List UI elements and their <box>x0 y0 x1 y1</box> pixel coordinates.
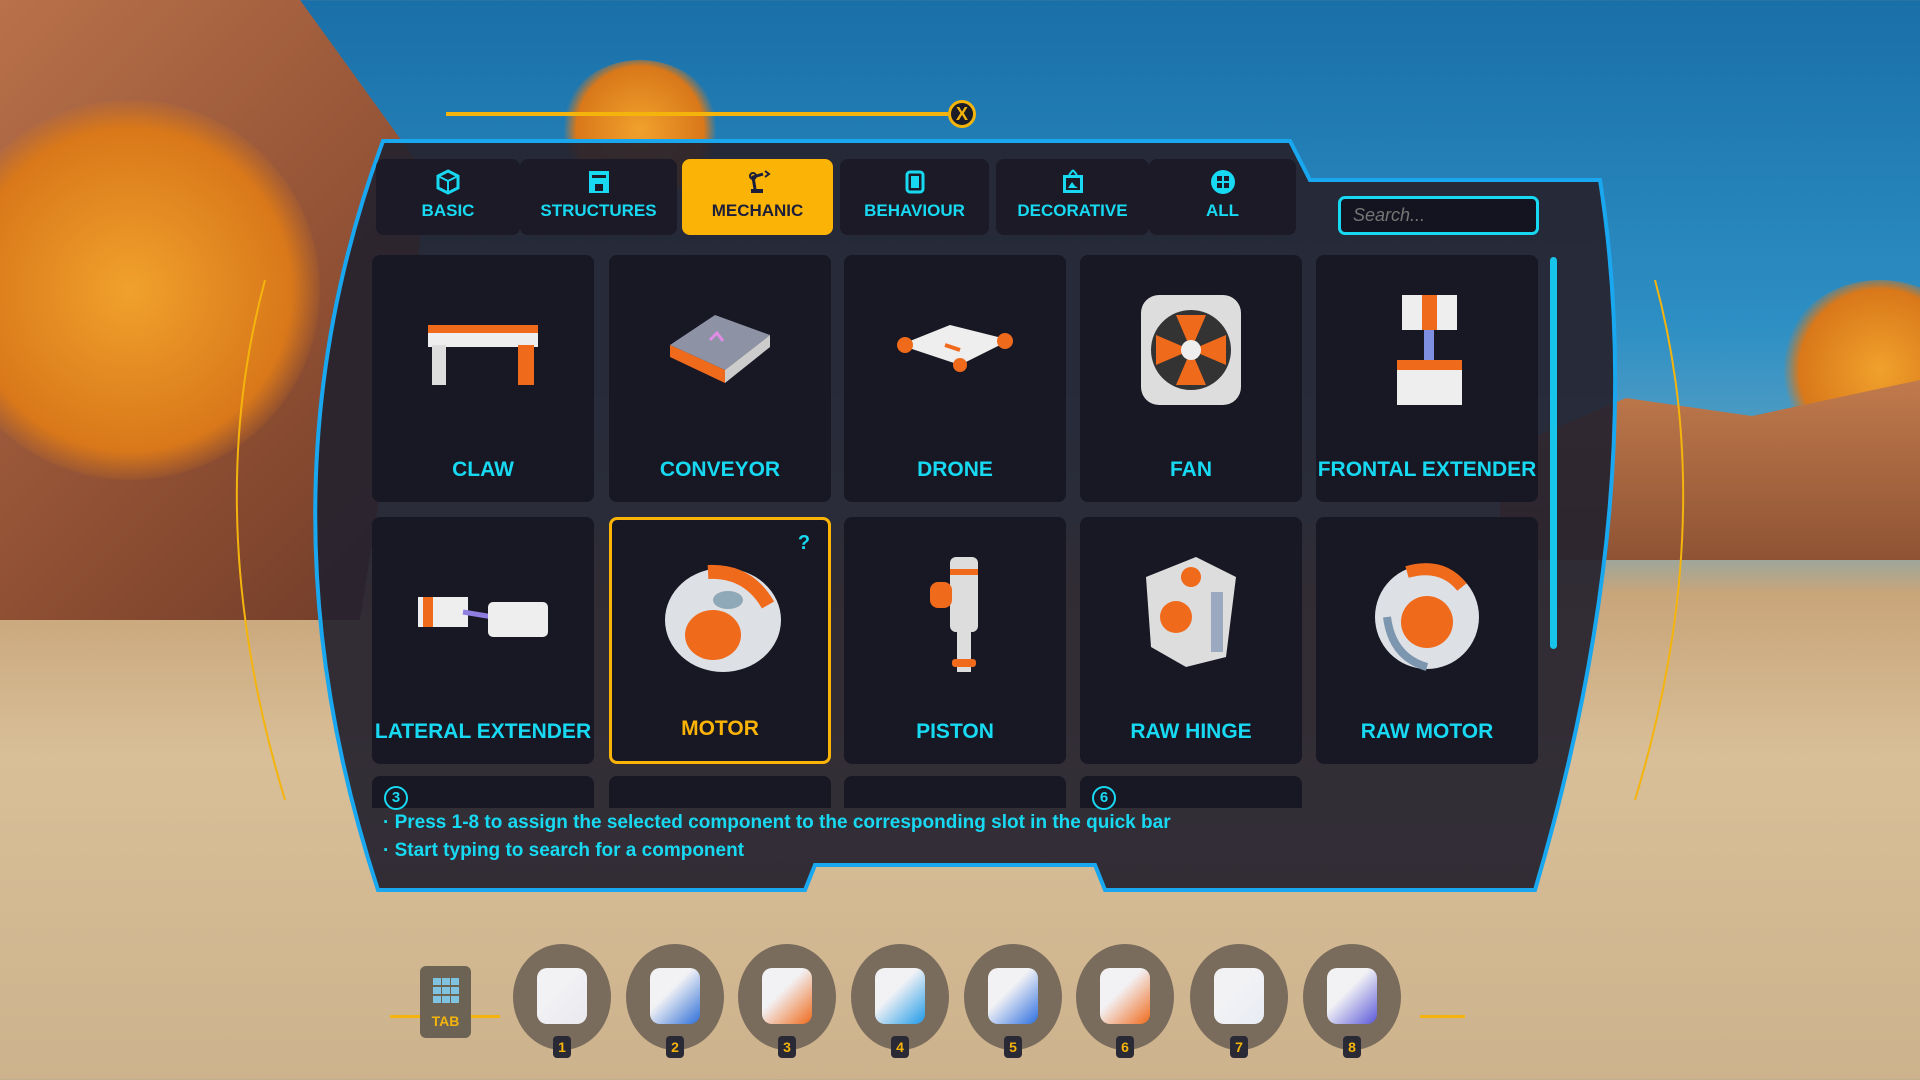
tab-all[interactable]: ALL <box>1149 159 1296 235</box>
component-thumbnail-icon <box>1100 968 1150 1024</box>
quickbar-slot-6[interactable]: 6 <box>1076 944 1174 1058</box>
picture-frame-icon <box>1062 169 1083 193</box>
component-thumbnail-icon <box>875 968 925 1024</box>
help-text-assign: · Press 1-8 to assign the selected compo… <box>383 812 1171 833</box>
component-partial[interactable] <box>609 776 831 808</box>
grid-dots-icon <box>1210 170 1235 194</box>
component-thumbnail-icon <box>1214 968 1264 1024</box>
component-claw[interactable]: CLAW <box>372 255 594 502</box>
component-thumbnail-icon <box>1327 968 1377 1024</box>
frontal-extender-icon <box>1397 295 1462 405</box>
component-label: LATERAL EXTENDER <box>374 720 592 743</box>
piston-icon <box>930 557 978 672</box>
slot-number: 7 <box>1230 1036 1248 1058</box>
tab-label: MECHANIC <box>711 201 804 220</box>
raw-hinge-icon <box>1146 557 1236 667</box>
tab-key-button[interactable]: TAB <box>420 966 471 1038</box>
tab-decorative[interactable]: DECORATIVE <box>996 159 1149 235</box>
slot-number: 8 <box>1343 1036 1361 1058</box>
component-motor[interactable]: ? MOTOR <box>609 517 831 764</box>
component-thumbnail-icon <box>988 968 1038 1024</box>
component-label: FRONTAL EXTENDER <box>1317 458 1537 481</box>
tab-mechanic[interactable]: MECHANIC <box>682 159 833 235</box>
component-thumbnail-icon <box>762 968 812 1024</box>
tab-label: ALL <box>1205 201 1240 220</box>
quickbar-slot-8[interactable]: 8 <box>1303 944 1401 1058</box>
slot-number: 3 <box>778 1036 796 1058</box>
slot-number-badge: 6 <box>1092 786 1116 810</box>
fan-icon <box>1141 295 1241 405</box>
tab-label: DECORATIVE <box>1017 201 1128 220</box>
slot-number: 2 <box>666 1036 684 1058</box>
component-conveyor[interactable]: CONVEYOR <box>609 255 831 502</box>
tab-basic[interactable]: BASIC <box>376 159 520 235</box>
claw-icon <box>428 325 538 385</box>
lateral-extender-icon <box>418 597 548 637</box>
component-raw-hinge[interactable]: RAW HINGE <box>1080 517 1302 764</box>
tab-label: BASIC <box>421 201 475 220</box>
component-label: MOTOR <box>681 717 759 740</box>
component-label: CLAW <box>452 458 514 481</box>
component-label: PISTON <box>916 720 994 743</box>
cube-icon <box>436 169 460 195</box>
component-label: DRONE <box>917 458 993 481</box>
component-thumbnail-icon <box>537 968 587 1024</box>
quickbar-slot-3[interactable]: 3 <box>738 944 836 1058</box>
motor-icon <box>665 564 781 672</box>
component-thumbnail-icon <box>650 968 700 1024</box>
slot-number: 6 <box>1116 1036 1134 1058</box>
slot-number-badge: 3 <box>384 786 408 810</box>
quickbar-slot-4[interactable]: 4 <box>851 944 949 1058</box>
chip-icon <box>905 170 924 194</box>
tab-behaviour[interactable]: BEHAVIOUR <box>840 159 989 235</box>
component-label: CONVEYOR <box>659 458 781 481</box>
help-text-search: · Start typing to search for a component <box>383 840 745 861</box>
quickbar-slot-5[interactable]: 5 <box>964 944 1062 1058</box>
structure-icon <box>588 171 609 193</box>
quickbar-slot-2[interactable]: 2 <box>626 944 724 1058</box>
tab-label: BEHAVIOUR <box>864 201 965 220</box>
component-drone[interactable]: DRONE <box>844 255 1066 502</box>
raw-motor-icon <box>1375 563 1479 671</box>
component-raw-motor[interactable]: RAW MOTOR <box>1316 517 1538 764</box>
quickbar-slot-7[interactable]: 7 <box>1190 944 1288 1058</box>
component-piston[interactable]: PISTON <box>844 517 1066 764</box>
component-partial[interactable]: 3 <box>372 776 594 810</box>
component-frontal-extender[interactable]: FRONTAL EXTENDER <box>1316 255 1538 502</box>
slot-number: 4 <box>891 1036 909 1058</box>
component-label: FAN <box>1170 458 1212 481</box>
slot-number: 5 <box>1004 1036 1022 1058</box>
tab-structures[interactable]: STRUCTURES <box>520 159 677 235</box>
quickbar-deco-right <box>1420 1015 1465 1018</box>
tab-label: STRUCTURES <box>540 201 657 220</box>
component-partial[interactable] <box>844 776 1066 808</box>
search-input[interactable] <box>1338 196 1539 235</box>
component-label: RAW MOTOR <box>1360 720 1494 743</box>
component-label: RAW HINGE <box>1130 720 1252 743</box>
robot-arm-icon <box>748 170 771 193</box>
help-question-icon[interactable]: ? <box>792 532 816 556</box>
drone-icon <box>897 325 1013 372</box>
component-fan[interactable]: FAN <box>1080 255 1302 502</box>
conveyor-icon <box>670 315 770 383</box>
component-partial[interactable]: 6 <box>1080 776 1302 810</box>
quickbar-slot-1[interactable]: 1 <box>513 944 611 1058</box>
slot-number: 1 <box>553 1036 571 1058</box>
grid-icon <box>432 978 459 1003</box>
tab-key-label: TAB <box>431 1013 460 1029</box>
scrollbar[interactable] <box>1550 257 1557 649</box>
component-lateral-extender[interactable]: LATERAL EXTENDER <box>372 517 594 764</box>
